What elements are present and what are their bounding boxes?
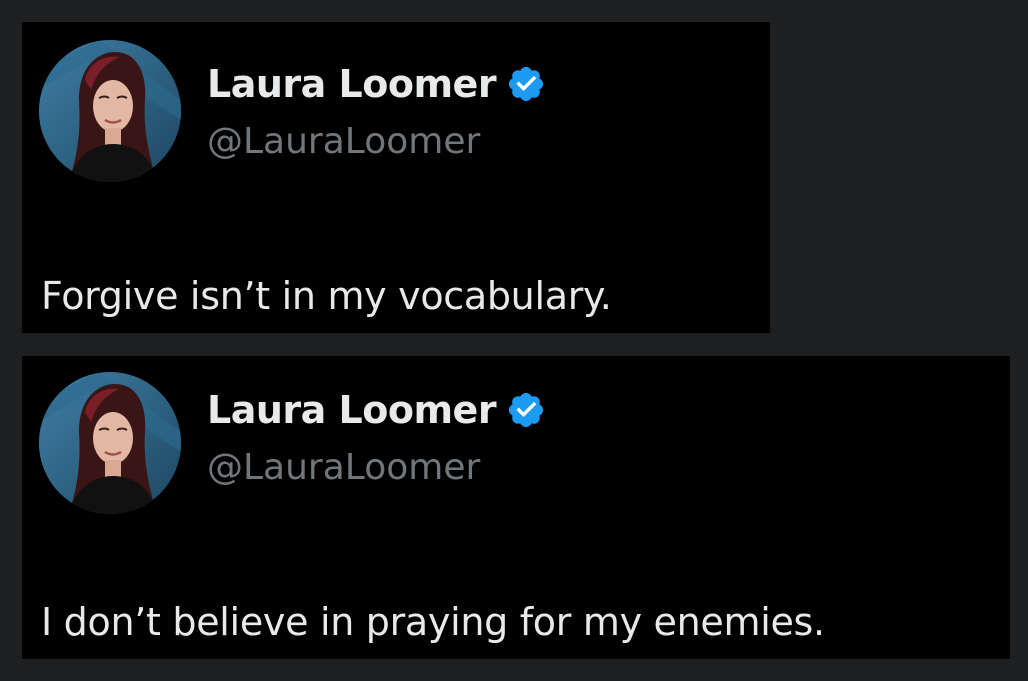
name-row: Laura Loomer [207, 58, 546, 110]
user-info: Laura Loomer @LauraLoomer [207, 58, 546, 166]
display-name[interactable]: Laura Loomer [207, 384, 497, 436]
tweet-text: Forgive isn’t in my vocabulary. [41, 274, 612, 318]
avatar-photo-icon [39, 372, 181, 514]
tweet-card-1[interactable]: Laura Loomer @LauraLoomer Forgive isn’t … [22, 22, 770, 333]
name-row: Laura Loomer [207, 384, 546, 436]
verified-badge-icon[interactable] [506, 64, 546, 104]
avatar[interactable] [39, 40, 181, 182]
user-handle[interactable]: @LauraLoomer [207, 444, 546, 492]
user-info: Laura Loomer @LauraLoomer [207, 384, 546, 492]
user-handle[interactable]: @LauraLoomer [207, 118, 546, 166]
verified-badge-icon[interactable] [506, 390, 546, 430]
display-name[interactable]: Laura Loomer [207, 58, 497, 110]
tweet-text: I don’t believe in praying for my enemie… [41, 600, 825, 644]
screenshot-collage: Laura Loomer @LauraLoomer Forgive isn’t … [0, 0, 1028, 681]
avatar[interactable] [39, 372, 181, 514]
tweet-card-2[interactable]: Laura Loomer @LauraLoomer I don’t believ… [22, 356, 1010, 659]
avatar-photo-icon [39, 40, 181, 182]
